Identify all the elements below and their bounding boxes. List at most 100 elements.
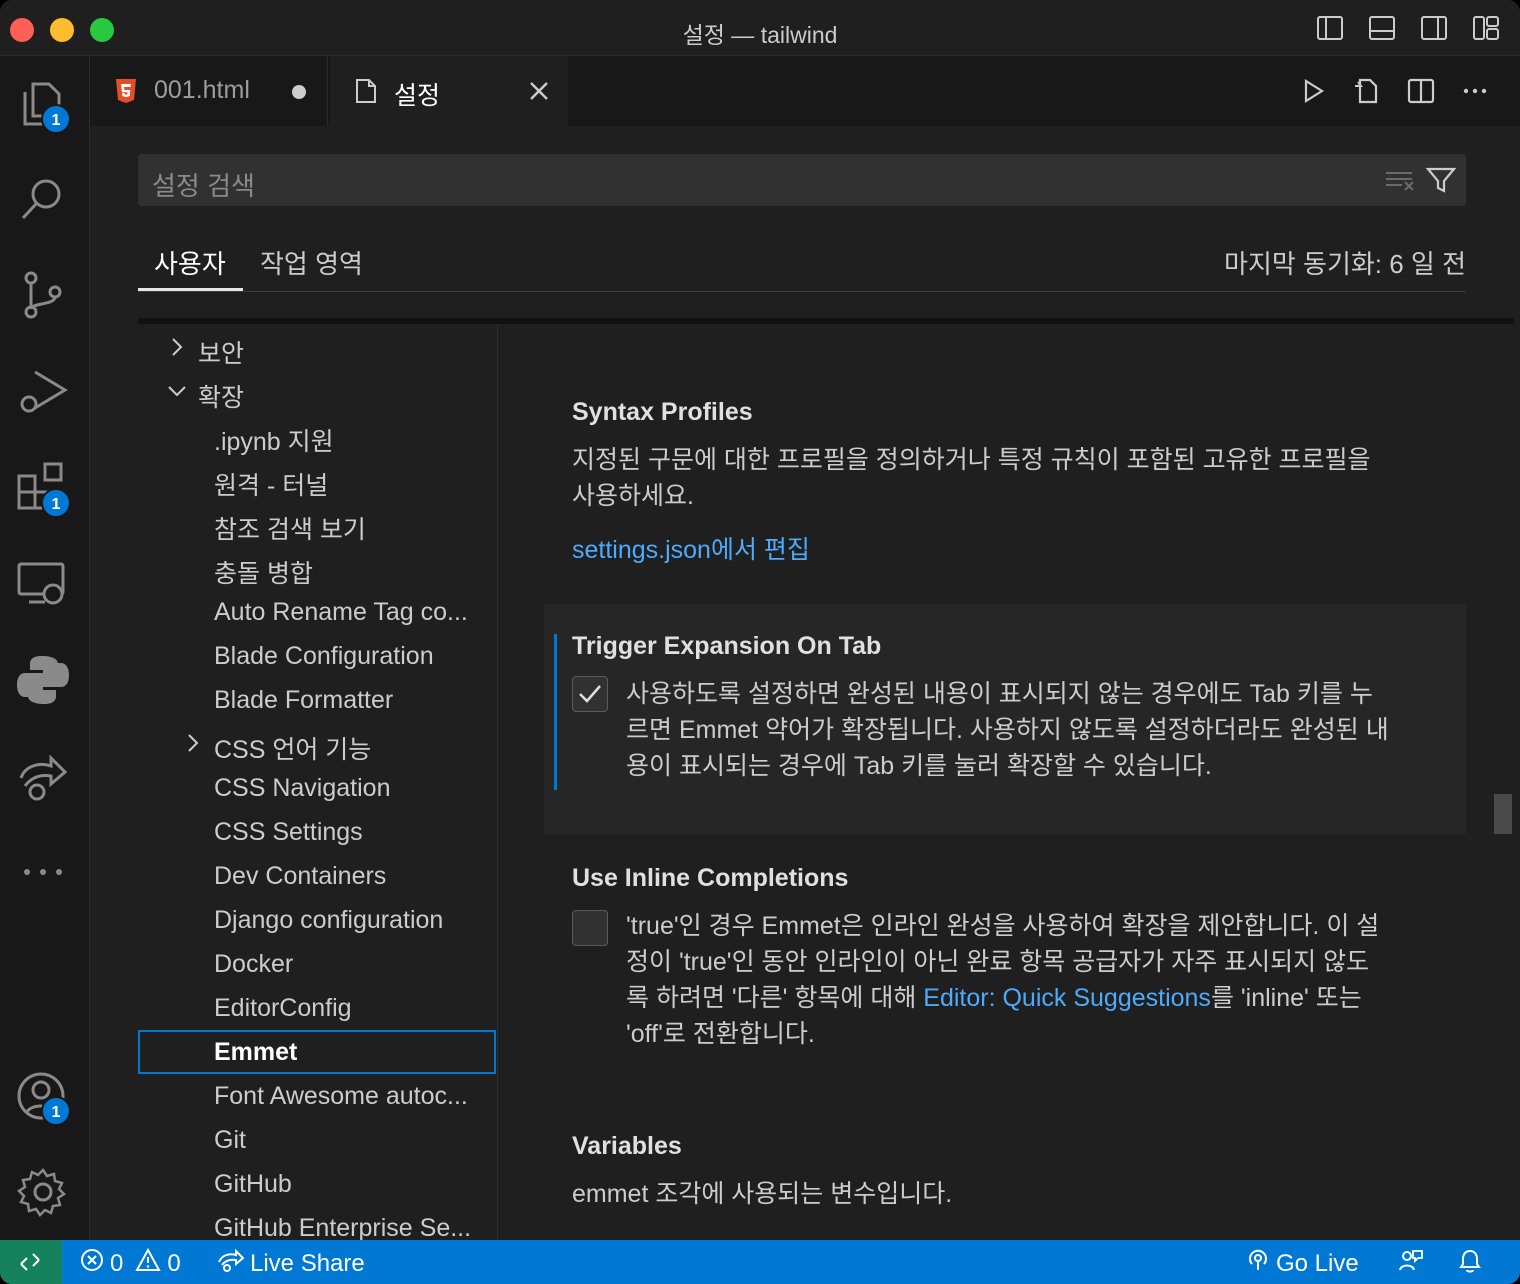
remote-explorer-icon[interactable] (15, 556, 71, 612)
run-debug-icon[interactable] (15, 364, 71, 420)
toggle-primary-sidebar-icon[interactable] (1316, 14, 1344, 42)
toc-item[interactable]: 원격 - 터널 (138, 458, 496, 502)
customize-layout-icon[interactable] (1472, 14, 1500, 42)
desc-line: 정이 'true'인 동안 인라인이 아닌 완료 항목 공급자가 자주 표시되지… (626, 948, 1370, 976)
toc-label: EditorConfig (214, 994, 352, 1022)
toc-item[interactable]: Django configuration (138, 898, 496, 942)
toc-label: GitHub (214, 1170, 292, 1198)
explorer-icon[interactable]: 1 (15, 76, 71, 134)
toc-item[interactable]: CSS 언어 기능 (138, 722, 496, 766)
toggle-panel-icon[interactable] (1368, 14, 1396, 42)
settings-content: Syntax Profiles 지정된 구문에 대한 프로필을 정의하거나 특정… (498, 324, 1514, 1240)
toc-item[interactable]: EditorConfig (138, 986, 496, 1030)
toc-item[interactable]: GitHub (138, 1162, 496, 1206)
window-title: 설정 — tailwind (682, 22, 838, 48)
desc-text: 록 하려면 '다른' 항목에 대해 (626, 984, 924, 1012)
chevron-right-icon (166, 336, 188, 358)
file-icon (354, 78, 378, 109)
search-icon[interactable] (15, 172, 71, 228)
toc-item[interactable]: GitHub Enterprise Se... (138, 1206, 496, 1240)
setting-title: Variables (572, 1132, 682, 1160)
live-share-status[interactable]: Live Share (216, 1248, 365, 1279)
setting-description: 'true'인 경우 Emmet은 인라인 완성을 사용하여 확장을 제안합니다… (626, 908, 1456, 1052)
manage-gear-icon[interactable] (15, 1164, 71, 1220)
toc-item[interactable]: 보안 (138, 326, 496, 370)
warning-icon (135, 1247, 162, 1279)
toc-label: Auto Rename Tag co... (214, 598, 468, 626)
toc-item[interactable]: 확장 (138, 370, 496, 414)
clear-filter-icon[interactable] (1384, 168, 1416, 197)
close-tab-icon[interactable] (528, 80, 550, 107)
more-views-icon[interactable] (15, 844, 71, 900)
toc-item[interactable]: Blade Formatter (138, 678, 496, 722)
toc-label: Font Awesome autoc... (214, 1082, 468, 1110)
error-count: 0 (110, 1249, 124, 1277)
check-icon (577, 681, 603, 712)
settings-scope-tabs: 사용자 작업 영역 마지막 동기화: 6 일 전 (138, 236, 1466, 292)
toc-item[interactable]: .ipynb 지원 (138, 414, 496, 458)
edit-in-settings-json-link[interactable]: settings.json에서 편집 (572, 532, 810, 568)
remote-indicator[interactable] (0, 1240, 62, 1284)
toggle-secondary-sidebar-icon[interactable] (1420, 14, 1448, 42)
toc-item[interactable]: CSS Settings (138, 810, 496, 854)
desc-line: 용이 표시되는 경우에 Tab 키를 눌러 확장할 수 있습니다. (626, 752, 1212, 780)
live-share-label: Live Share (250, 1249, 365, 1277)
explorer-badge: 1 (41, 104, 71, 134)
toc-label: 확장 (198, 384, 245, 412)
problems-indicator[interactable]: 0 0 (80, 1247, 181, 1279)
setting-description: emmet 조각에 사용되는 변수입니다. (572, 1180, 953, 1208)
more-actions-icon[interactable] (1460, 76, 1490, 106)
tab-001-html[interactable]: 001.html (90, 56, 328, 126)
settings-toc: 보안 확장 .ipynb 지원 원격 - 터널 참조 검색 보기 충돌 병합 A… (138, 324, 498, 1240)
trigger-expansion-checkbox[interactable] (572, 676, 608, 712)
toc-item[interactable]: Dev Containers (138, 854, 496, 898)
tab-user[interactable]: 사용자 (154, 244, 226, 281)
toc-item[interactable]: 참조 검색 보기 (138, 502, 496, 546)
accounts-icon[interactable]: 1 (15, 1068, 71, 1126)
toc-item[interactable]: Git (138, 1118, 496, 1162)
run-icon[interactable] (1298, 76, 1328, 106)
toc-item[interactable]: CSS Navigation (138, 766, 496, 810)
toc-item[interactable]: Font Awesome autoc... (138, 1074, 496, 1118)
tab-workspace[interactable]: 작업 영역 (260, 244, 363, 281)
python-icon[interactable] (15, 652, 71, 708)
toc-item[interactable]: Auto Rename Tag co... (138, 590, 496, 634)
inline-completions-checkbox[interactable] (572, 910, 608, 946)
editor-actions (1298, 76, 1490, 106)
desc-line: 사용하세요. (572, 482, 694, 510)
extensions-icon[interactable]: 1 (15, 460, 71, 518)
feedback-icon[interactable] (1398, 1248, 1424, 1274)
vscode-window: 설정 — tailwind 1 1 1 001.html 설정 설정 검색 사용… (0, 0, 1520, 1284)
toc-item[interactable]: Docker (138, 942, 496, 986)
filter-icon[interactable] (1425, 166, 1457, 199)
broadcast-icon (1246, 1248, 1270, 1279)
go-live-button[interactable]: Go Live (1246, 1248, 1359, 1279)
split-editor-icon[interactable] (1406, 76, 1436, 106)
html5-file-icon (114, 78, 138, 109)
setting-title: Trigger Expansion On Tab (572, 632, 882, 660)
toc-label: CSS Settings (214, 818, 363, 846)
source-control-icon[interactable] (15, 268, 71, 324)
live-share-icon[interactable] (15, 748, 71, 804)
desc-line: 지정된 구문에 대한 프로필을 정의하거나 특정 규칙이 포함된 고유한 프로필… (572, 446, 1371, 474)
title-bar: 설정 — tailwind (0, 0, 1520, 56)
status-bar: 0 0 Live Share Go Live (0, 1240, 1520, 1284)
unsaved-dot-icon (292, 85, 306, 99)
layout-controls (1316, 14, 1500, 42)
toc-label: 보안 (198, 340, 245, 368)
toc-label: Git (214, 1126, 246, 1154)
active-tab-indicator (138, 288, 243, 291)
quick-suggestions-link[interactable]: Editor: Quick Suggestions (923, 984, 1211, 1012)
warning-count: 0 (167, 1249, 181, 1277)
toc-item[interactable]: 충돌 병합 (138, 546, 496, 590)
desc-line: 록 하려면 '다른' 항목에 대해 Editor: Quick Suggesti… (626, 980, 1456, 1016)
open-settings-json-icon[interactable] (1352, 76, 1382, 106)
settings-search-input[interactable]: 설정 검색 (138, 154, 1466, 206)
tab-settings[interactable]: 설정 (330, 56, 568, 126)
toc-item-selected[interactable]: Emmet (138, 1030, 496, 1074)
toc-item[interactable]: Blade Configuration (138, 634, 496, 678)
scrollbar-thumb[interactable] (1494, 794, 1512, 834)
sync-status: 마지막 동기화: 6 일 전 (1224, 249, 1466, 279)
live-share-icon (216, 1248, 245, 1279)
notifications-bell-icon[interactable] (1458, 1248, 1482, 1274)
